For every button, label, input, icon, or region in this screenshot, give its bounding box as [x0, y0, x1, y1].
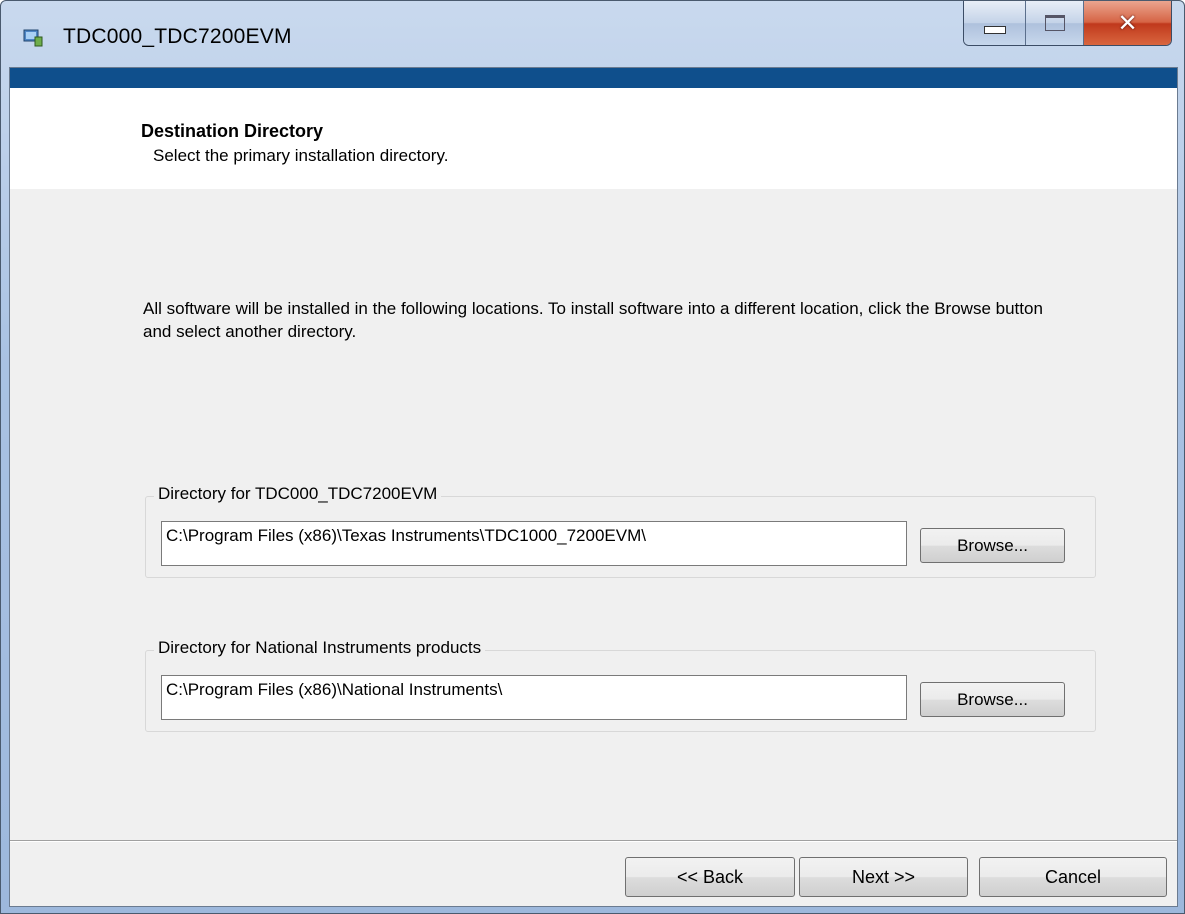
directory-group-label: Directory for National Instruments produ…	[154, 638, 486, 658]
page-subtitle: Select the primary installation director…	[153, 146, 449, 165]
page-title: Destination Directory	[141, 121, 324, 141]
instructions-text: All software will be installed in the fo…	[143, 299, 1043, 341]
maximize-button[interactable]	[1026, 1, 1084, 45]
directory-path-input[interactable]	[161, 521, 907, 566]
footer-divider	[10, 840, 1177, 842]
directory-path-input[interactable]	[161, 675, 907, 720]
directory-group-ni: Directory for National Instruments produ…	[145, 638, 1096, 732]
browse-button[interactable]: Browse...	[920, 682, 1065, 717]
header-panel: Destination Directory Select the primary…	[10, 88, 1177, 189]
window-title: TDC000_TDC7200EVM	[63, 25, 292, 48]
installer-app-icon	[23, 29, 43, 47]
directory-group-label: Directory for TDC000_TDC7200EVM	[154, 484, 442, 504]
accent-bar	[10, 68, 1177, 88]
browse-button[interactable]: Browse...	[920, 528, 1065, 563]
caption-buttons: ✕	[963, 1, 1172, 46]
minimize-icon	[983, 26, 1006, 34]
cancel-button[interactable]: Cancel	[979, 857, 1167, 897]
maximize-icon	[1044, 15, 1065, 31]
close-icon: ✕	[1117, 9, 1138, 37]
back-button[interactable]: << Back	[625, 857, 795, 897]
installer-window: TDC000_TDC7200EVM ✕ Destination Director…	[0, 0, 1185, 914]
next-button[interactable]: Next >>	[799, 857, 968, 897]
title-bar[interactable]: TDC000_TDC7200EVM ✕	[1, 1, 1184, 67]
dialog-client-area: Destination Directory Select the primary…	[9, 67, 1178, 907]
minimize-button[interactable]	[964, 1, 1026, 45]
directory-group-tdc: Directory for TDC000_TDC7200EVM Browse..…	[145, 484, 1096, 578]
close-button[interactable]: ✕	[1084, 1, 1171, 45]
